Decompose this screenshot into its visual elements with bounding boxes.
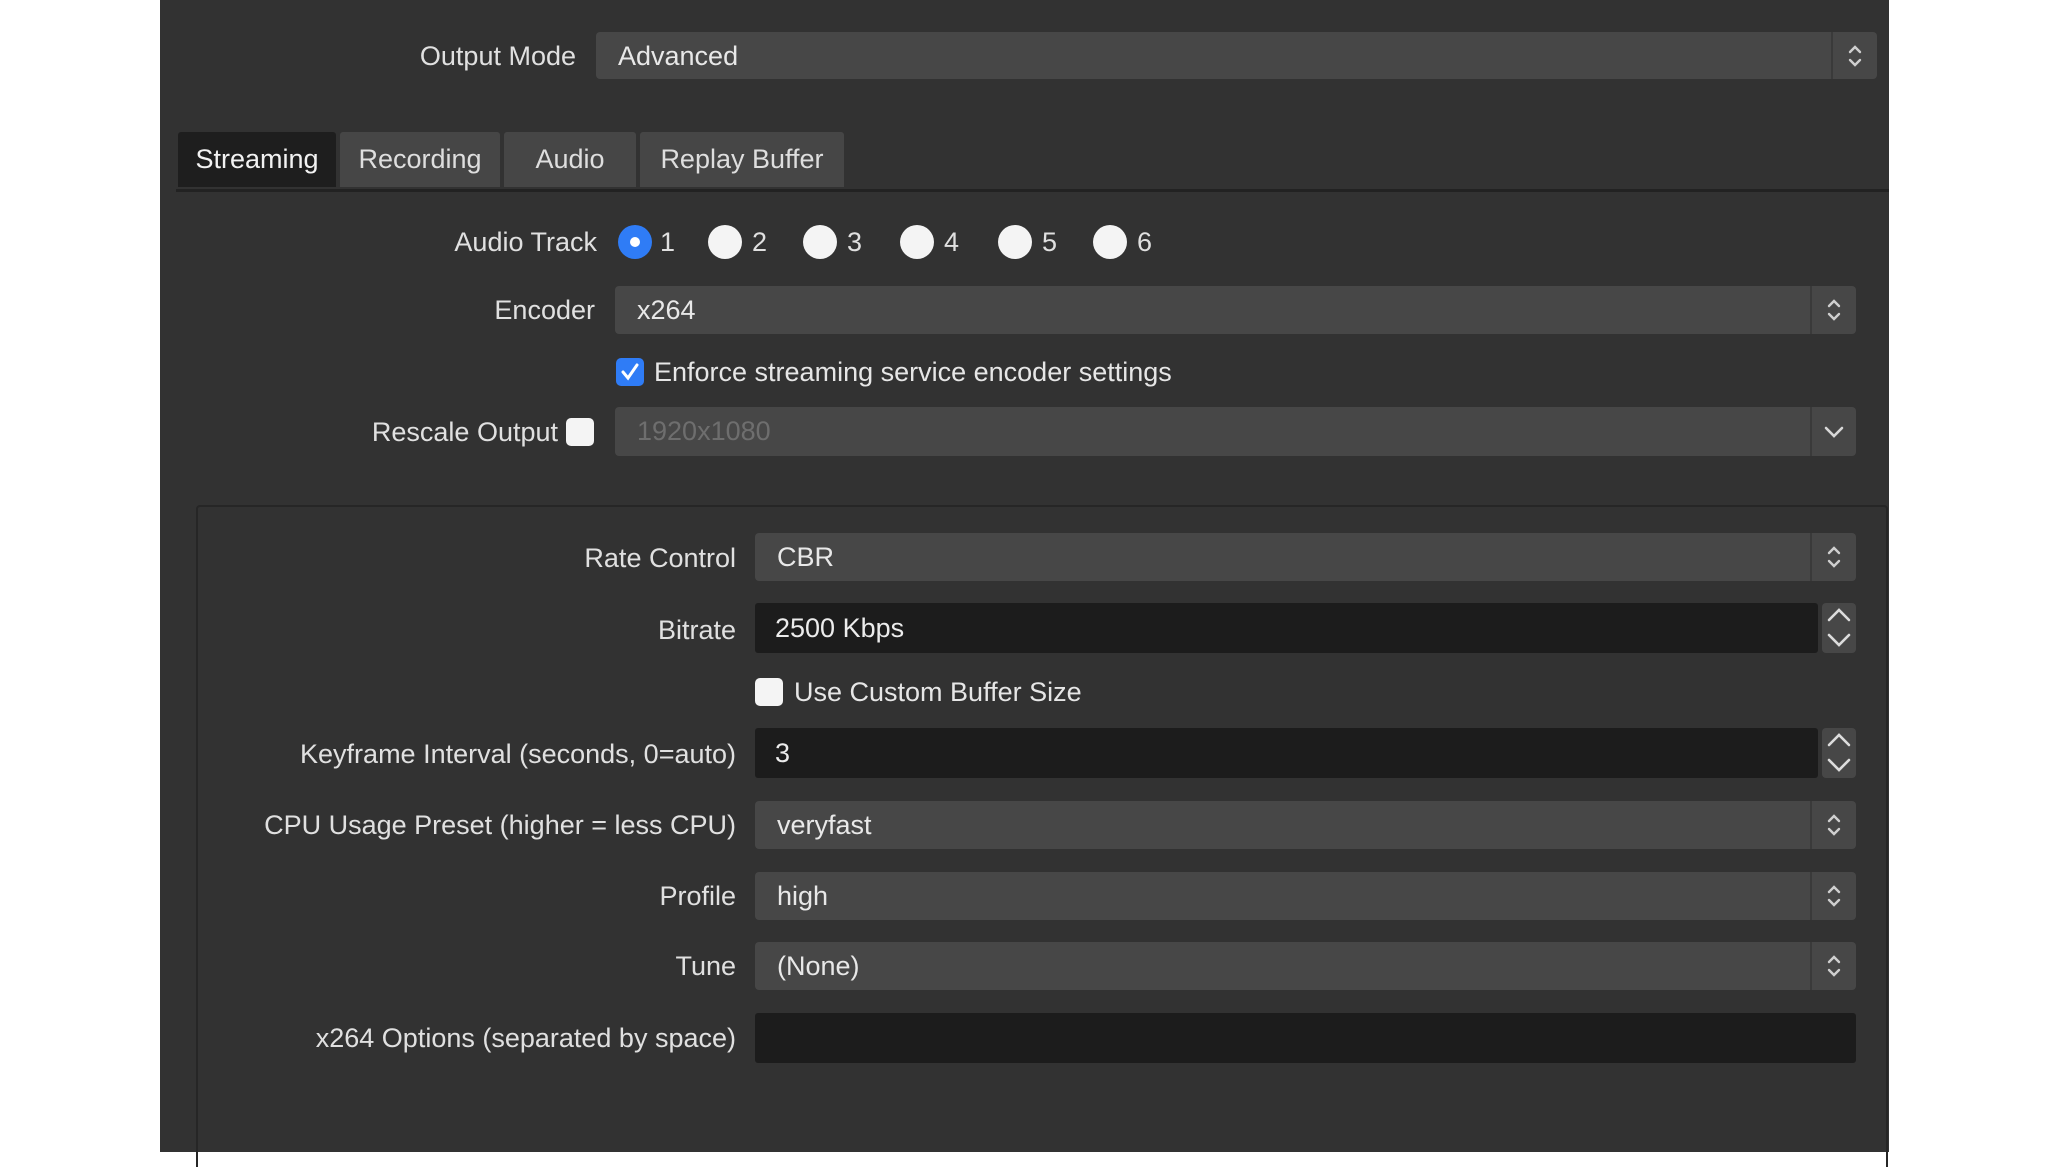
tab-recording[interactable]: Recording: [340, 132, 500, 187]
audio-track-option-label: 6: [1137, 227, 1153, 257]
updown-arrows-icon: [1831, 32, 1877, 79]
tab-replay-buffer[interactable]: Replay Buffer: [640, 132, 844, 187]
bitrate-input[interactable]: 2500 Kbps: [755, 603, 1818, 653]
audio-track-radio-4[interactable]: [900, 225, 934, 259]
custom-buffer-label: Use Custom Buffer Size: [794, 677, 1082, 707]
custom-buffer-checkbox[interactable]: [755, 678, 783, 706]
tune-value: (None): [777, 951, 860, 981]
bitrate-stepper[interactable]: [1822, 603, 1856, 653]
updown-arrows-icon: [1810, 533, 1856, 581]
chevron-down-icon: [1810, 407, 1856, 456]
audio-track-option-label: 3: [847, 227, 863, 257]
profile-select[interactable]: high: [755, 872, 1856, 920]
tune-label: Tune: [675, 951, 736, 981]
audio-track-option-label: 4: [944, 227, 960, 257]
chevron-up-icon[interactable]: [1824, 730, 1854, 750]
audio-track-option-label: 2: [752, 227, 768, 257]
output-mode-select[interactable]: Advanced: [596, 32, 1877, 79]
cpu-preset-value: veryfast: [777, 810, 872, 840]
checkmark-icon: [616, 358, 644, 386]
encoder-label: Encoder: [494, 295, 595, 325]
rate-control-value: CBR: [777, 542, 835, 572]
updown-arrows-icon: [1810, 801, 1856, 849]
tab-audio[interactable]: Audio: [504, 132, 636, 187]
rescale-resolution-select[interactable]: 1920x1080: [615, 407, 1856, 456]
enforce-settings-label: Enforce streaming service encoder settin…: [654, 357, 1172, 387]
x264-options-input[interactable]: [755, 1013, 1856, 1063]
audio-track-radio-3[interactable]: [803, 225, 837, 259]
output-mode-value: Advanced: [618, 41, 739, 71]
audio-track-label: Audio Track: [454, 227, 597, 257]
encoder-select[interactable]: x264: [615, 286, 1856, 334]
cpu-preset-label: CPU Usage Preset (higher = less CPU): [264, 810, 736, 840]
bitrate-label: Bitrate: [657, 615, 736, 645]
audio-track-radio-6[interactable]: [1093, 225, 1127, 259]
updown-arrows-icon: [1810, 286, 1856, 334]
rescale-output-label: Rescale Output: [371, 417, 558, 447]
encoder-value: x264: [637, 295, 696, 325]
audio-track-radio-1[interactable]: [618, 225, 652, 259]
enforce-settings-checkbox[interactable]: [616, 358, 644, 386]
output-settings-panel: Output Mode Advanced Streaming Recording…: [160, 0, 1889, 1167]
cpu-preset-select[interactable]: veryfast: [755, 801, 1856, 849]
profile-label: Profile: [659, 881, 736, 911]
chevron-down-icon[interactable]: [1824, 630, 1854, 650]
audio-track-radio-5[interactable]: [998, 225, 1032, 259]
tune-select[interactable]: (None): [755, 942, 1856, 990]
audio-track-option-label: 5: [1042, 227, 1058, 257]
profile-value: high: [777, 881, 829, 911]
updown-arrows-icon: [1810, 872, 1856, 920]
tab-bar-divider: [176, 189, 1889, 192]
keyframe-interval-value: 3: [775, 738, 791, 768]
x264-options-label: x264 Options (separated by space): [315, 1023, 736, 1053]
keyframe-interval-label: Keyframe Interval (seconds, 0=auto): [300, 739, 736, 769]
rate-control-label: Rate Control: [584, 543, 736, 573]
keyframe-interval-input[interactable]: 3: [755, 728, 1818, 778]
audio-track-radio-2[interactable]: [708, 225, 742, 259]
updown-arrows-icon: [1810, 942, 1856, 990]
tab-streaming[interactable]: Streaming: [178, 132, 336, 187]
output-mode-label: Output Mode: [419, 41, 576, 71]
bitrate-value: 2500 Kbps: [775, 613, 905, 643]
rescale-resolution-value: 1920x1080: [637, 416, 771, 446]
rate-control-select[interactable]: CBR: [755, 533, 1856, 581]
chevron-down-icon[interactable]: [1824, 755, 1854, 775]
chevron-up-icon[interactable]: [1824, 605, 1854, 625]
keyframe-interval-stepper[interactable]: [1822, 728, 1856, 778]
rescale-output-checkbox[interactable]: [566, 418, 594, 446]
audio-track-option-label: 1: [660, 227, 676, 257]
